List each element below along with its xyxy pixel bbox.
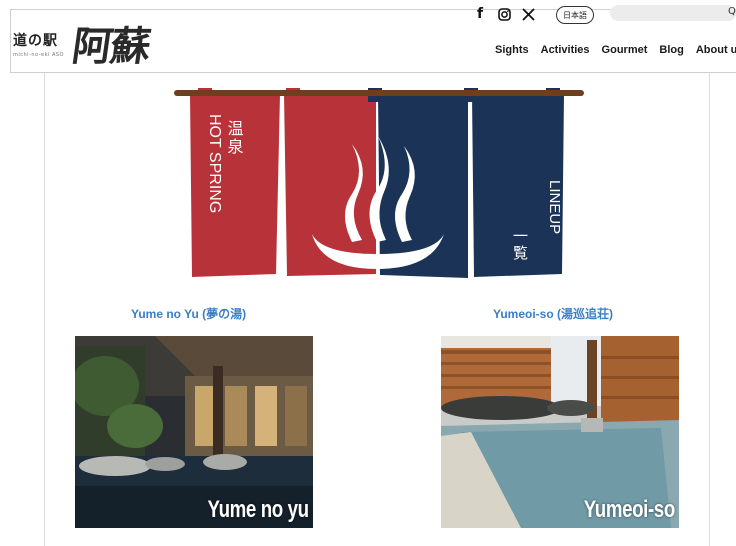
- yumeoi-so-image-label: Yumeoi-so: [583, 496, 676, 523]
- main-nav: Sights Activities Gourmet Blog About u: [495, 44, 736, 56]
- site-logo[interactable]: 道の駅 michi-no-eki ASO 阿蘇: [13, 16, 173, 70]
- nav-about[interactable]: About u: [696, 44, 736, 56]
- instagram-icon[interactable]: [496, 6, 512, 22]
- nav-blog[interactable]: Blog: [659, 44, 683, 56]
- banner-lineup-en: LINEUP: [546, 180, 563, 234]
- banner-hot-spring-jp: 温泉: [225, 120, 244, 156]
- card-title-yume-no-yu[interactable]: Yume no Yu (夢の湯): [131, 305, 246, 322]
- banner-hot-spring-en: HOT SPRING: [206, 114, 223, 213]
- facebook-icon[interactable]: f: [472, 6, 488, 22]
- instagram-glyph: [497, 7, 511, 21]
- yume-no-yu-image-label: Yume no yu: [207, 496, 310, 523]
- nav-sights[interactable]: Sights: [495, 44, 529, 56]
- language-switch-button[interactable]: 日本語: [556, 6, 594, 24]
- social-links: f: [472, 6, 536, 22]
- search-input[interactable]: [610, 5, 736, 21]
- yume-no-yu-image[interactable]: Yume no yu: [75, 336, 313, 528]
- hot-spring-lineup-banner: 温泉 HOT SPRING LINEUP 一覧: [174, 88, 584, 278]
- page: 道の駅 michi-no-eki ASO 阿蘇 f 日本語 Q Sights A…: [0, 0, 736, 546]
- logo-michi-no-eki: 道の駅: [13, 33, 58, 49]
- x-glyph: [521, 7, 535, 21]
- x-icon[interactable]: [520, 6, 536, 22]
- curtain-pole: [174, 90, 584, 96]
- logo-aso: 阿蘇: [69, 23, 152, 70]
- logo-subtitle: michi-no-eki ASO: [13, 52, 64, 58]
- yumeoi-so-image[interactable]: Yumeoi-so: [441, 336, 679, 528]
- card-title-yumeoi-so[interactable]: Yumeoi-so (湯巡追荘): [493, 305, 613, 322]
- nav-gourmet[interactable]: Gourmet: [602, 44, 648, 56]
- nav-activities[interactable]: Activities: [541, 44, 590, 56]
- banner-lineup-jp: 一覧: [511, 228, 529, 262]
- search-icon[interactable]: Q: [728, 6, 736, 17]
